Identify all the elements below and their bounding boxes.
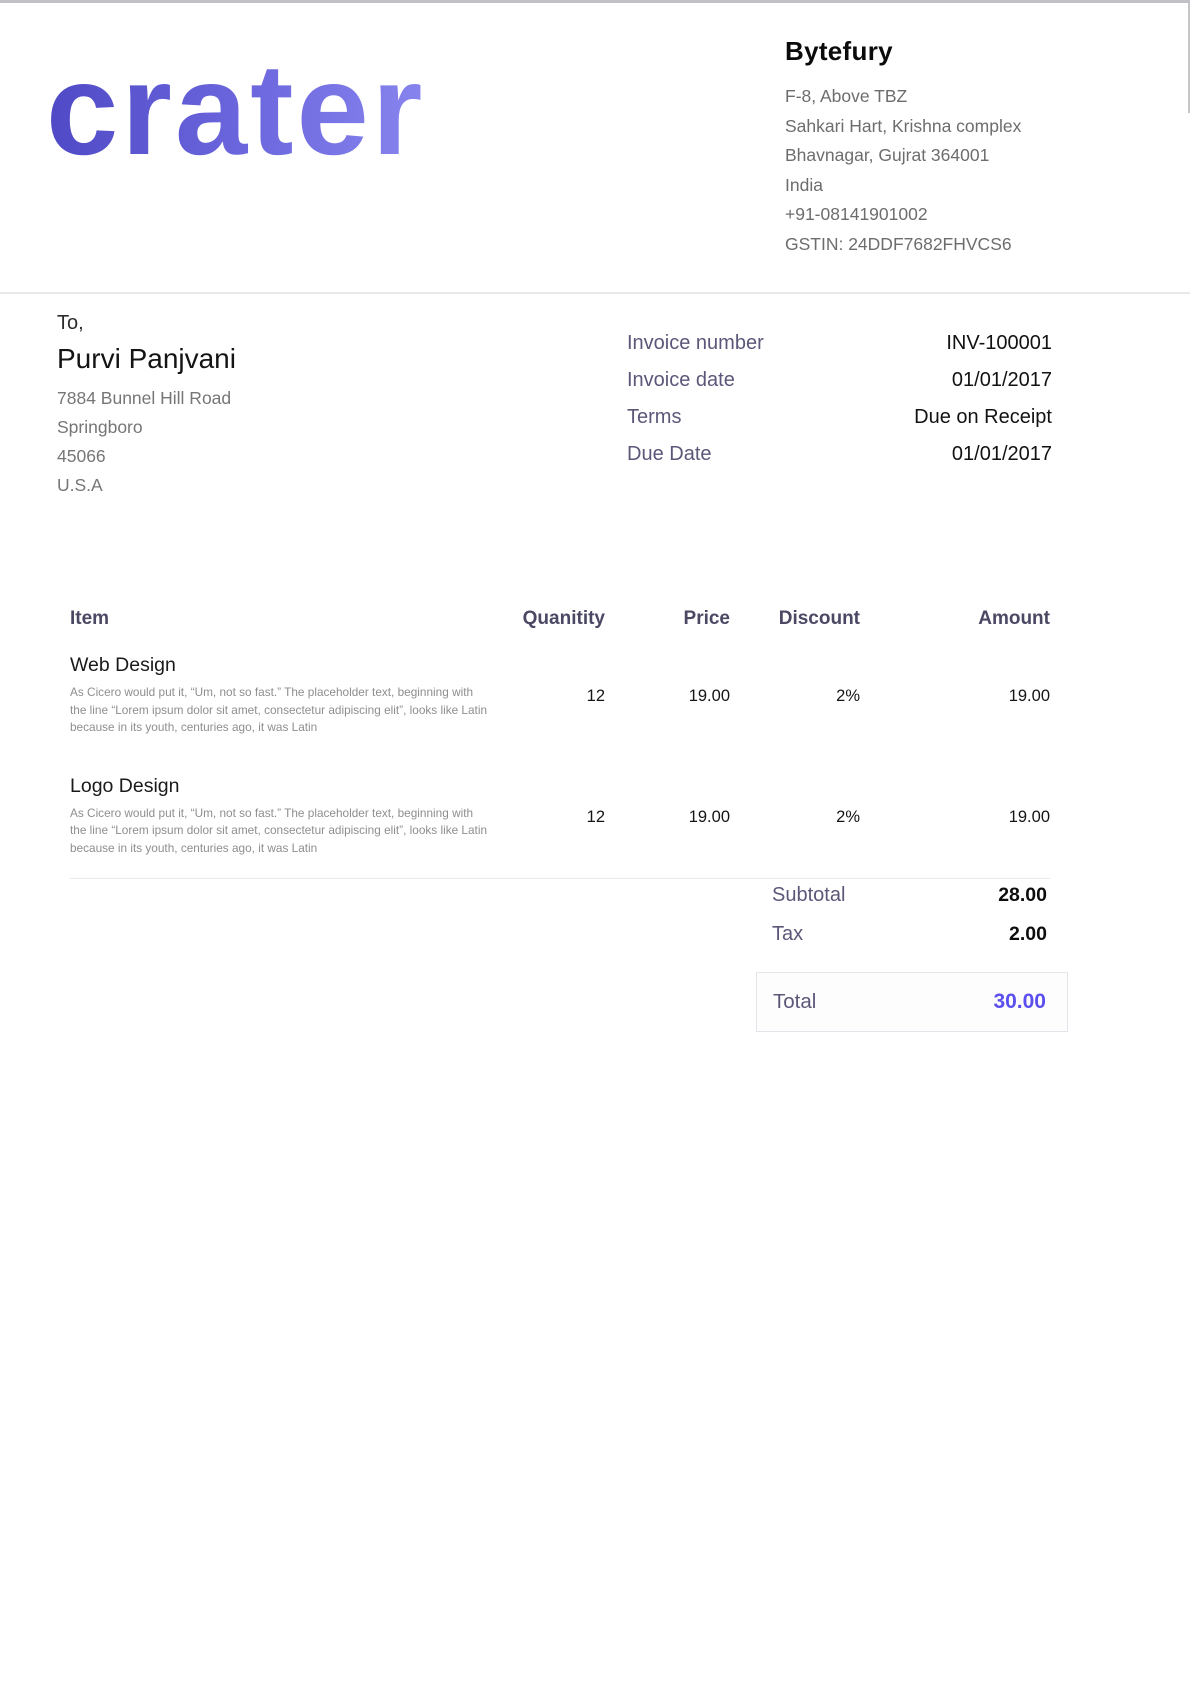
items-table-header: Item Quanitity Price Discount Amount <box>70 608 1050 630</box>
item-name: Web Design <box>70 654 500 677</box>
company-address-line: F-8, Above TBZ <box>785 82 1165 112</box>
tax-value: 2.00 <box>1009 923 1047 946</box>
terms-label: Terms <box>627 406 681 429</box>
column-header-item: Item <box>70 608 500 630</box>
company-address-line: Sahkari Hart, Krishna complex <box>785 112 1165 142</box>
subtotal-label: Subtotal <box>772 884 845 907</box>
subtotal-value: 28.00 <box>998 884 1047 907</box>
top-edge-line <box>0 0 1190 3</box>
item-amount: 19.00 <box>860 654 1050 737</box>
total-box: Total 30.00 <box>756 972 1068 1032</box>
invoice-number-label: Invoice number <box>627 332 764 355</box>
item-discount: 2% <box>730 654 860 737</box>
bill-to-label: To, <box>57 312 457 335</box>
company-address-line: India <box>785 171 1165 201</box>
item-price: 19.00 <box>605 654 730 737</box>
table-row: Web Design As Cicero would put it, “Um, … <box>70 654 1050 737</box>
item-description: As Cicero would put it, “Um, not so fast… <box>70 805 490 858</box>
column-header-price: Price <box>605 608 730 630</box>
customer-address-line: 45066 <box>57 442 457 471</box>
items-divider <box>70 878 1050 879</box>
customer-address-line: Springboro <box>57 413 457 442</box>
crater-logo: crater <box>46 44 425 174</box>
tax-label: Tax <box>772 923 803 946</box>
invoice-date-value: 01/01/2017 <box>952 369 1052 392</box>
company-info: Bytefury F-8, Above TBZ Sahkari Hart, Kr… <box>785 36 1165 259</box>
due-date-value: 01/01/2017 <box>952 443 1052 466</box>
invoice-meta: Invoice number INV-100001 Invoice date 0… <box>627 332 1052 480</box>
due-date-row: Due Date 01/01/2017 <box>627 443 1052 466</box>
terms-value: Due on Receipt <box>914 406 1052 429</box>
table-row: Logo Design As Cicero would put it, “Um,… <box>70 775 1050 858</box>
terms-row: Terms Due on Receipt <box>627 406 1052 429</box>
company-address: F-8, Above TBZ Sahkari Hart, Krishna com… <box>785 82 1165 259</box>
invoice-number-row: Invoice number INV-100001 <box>627 332 1052 355</box>
tax-row: Tax 2.00 <box>756 923 1068 946</box>
company-address-line: Bhavnagar, Gujrat 364001 <box>785 141 1165 171</box>
customer-name: Purvi Panjvani <box>57 343 457 375</box>
customer-address-line: U.S.A <box>57 471 457 500</box>
due-date-label: Due Date <box>627 443 712 466</box>
company-name: Bytefury <box>785 36 1165 67</box>
invoice-date-label: Invoice date <box>627 369 735 392</box>
column-header-discount: Discount <box>730 608 860 630</box>
item-amount: 19.00 <box>860 775 1050 858</box>
column-header-quantity: Quanitity <box>500 608 605 630</box>
bill-to-block: To, Purvi Panjvani 7884 Bunnel Hill Road… <box>57 312 457 500</box>
total-value: 30.00 <box>993 990 1046 1014</box>
item-price: 19.00 <box>605 775 730 858</box>
items-table: Item Quanitity Price Discount Amount Web… <box>70 608 1050 879</box>
item-quantity: 12 <box>500 775 605 858</box>
item-quantity: 12 <box>500 654 605 737</box>
company-phone: +91-08141901002 <box>785 200 1165 230</box>
totals-block: Subtotal 28.00 Tax 2.00 Total 30.00 <box>756 884 1068 1032</box>
item-cell: Logo Design As Cicero would put it, “Um,… <box>70 775 500 858</box>
company-gstin: GSTIN: 24DDF7682FHVCS6 <box>785 230 1165 260</box>
invoice-page: crater Bytefury F-8, Above TBZ Sahkari H… <box>0 0 1190 1684</box>
customer-address: 7884 Bunnel Hill Road Springboro 45066 U… <box>57 384 457 500</box>
item-name: Logo Design <box>70 775 500 798</box>
item-description: As Cicero would put it, “Um, not so fast… <box>70 684 490 737</box>
customer-address-line: 7884 Bunnel Hill Road <box>57 384 457 413</box>
subtotal-row: Subtotal 28.00 <box>756 884 1068 907</box>
item-cell: Web Design As Cicero would put it, “Um, … <box>70 654 500 737</box>
invoice-date-row: Invoice date 01/01/2017 <box>627 369 1052 392</box>
total-label: Total <box>773 990 816 1014</box>
item-discount: 2% <box>730 775 860 858</box>
header-divider <box>0 292 1190 294</box>
invoice-number-value: INV-100001 <box>946 332 1052 355</box>
column-header-amount: Amount <box>860 608 1050 630</box>
